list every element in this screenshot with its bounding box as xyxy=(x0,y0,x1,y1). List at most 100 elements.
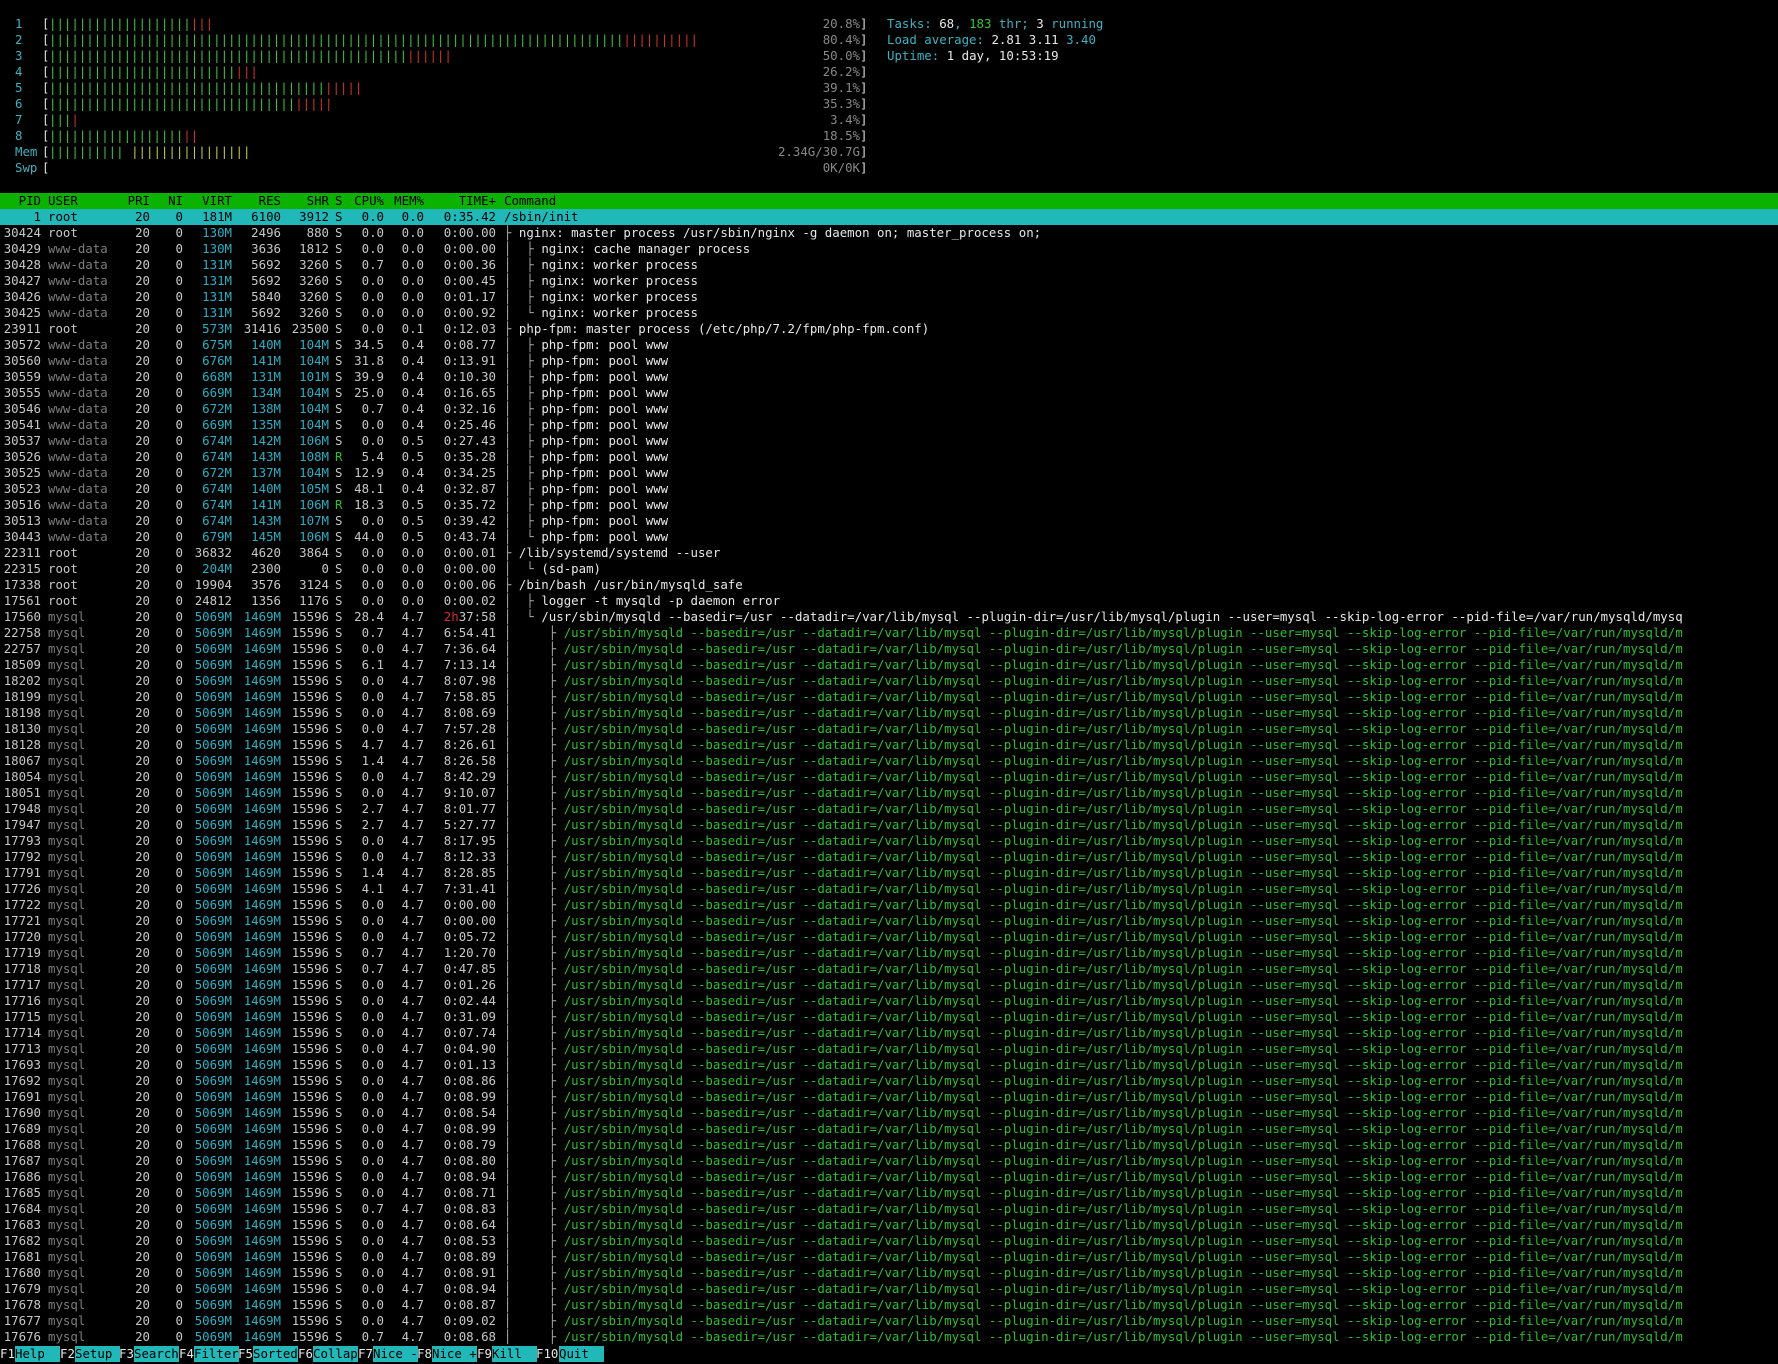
process-row[interactable]: 17720 mysql 20 0 5069M 1469M 15596 S 0.0 4.7 0:05.… xyxy=(0,929,1778,945)
process-row[interactable]: 30546 www-data 20 0 672M 138M 104M S 0.7 0.4 0:32.… xyxy=(0,401,1778,417)
fkey-f5[interactable]: F5 xyxy=(238,1346,253,1362)
process-row[interactable]: 30523 www-data 20 0 674M 140M 105M S 48.1 0.4 0:32… xyxy=(0,481,1778,497)
fkey-collap-label[interactable]: Collap xyxy=(313,1346,358,1362)
process-row[interactable]: 17947 mysql 20 0 5069M 1469M 15596 S 2.7 4.7 5:27.… xyxy=(0,817,1778,833)
col-command[interactable]: Command xyxy=(504,193,556,209)
process-row[interactable]: 17726 mysql 20 0 5069M 1469M 15596 S 4.1 4.7 7:31.… xyxy=(0,881,1778,897)
process-row[interactable]: 23911 root 20 0 573M 31416 23500 S 0.0 0.1 0:12.03… xyxy=(0,321,1778,337)
process-row[interactable]: 18509 mysql 20 0 5069M 1469M 15596 S 6.1 4.7 7:13.… xyxy=(0,657,1778,673)
fkey-f6[interactable]: F6 xyxy=(298,1346,313,1362)
process-row[interactable]: 17722 mysql 20 0 5069M 1469M 15596 S 0.0 4.7 0:00.… xyxy=(0,897,1778,913)
process-row[interactable]: 17560 mysql 20 0 5069M 1469M 15596 S 28.4 4.7 2h37… xyxy=(0,609,1778,625)
col-pid[interactable]: PID xyxy=(0,193,41,209)
process-row[interactable]: 17718 mysql 20 0 5069M 1469M 15596 S 0.7 4.7 0:47.… xyxy=(0,961,1778,977)
fkey-f8[interactable]: F8 xyxy=(417,1346,432,1362)
process-row[interactable]: 22758 mysql 20 0 5069M 1469M 15596 S 0.7 4.7 6:54.… xyxy=(0,625,1778,641)
fkey-setup-label[interactable]: Setup xyxy=(75,1346,120,1362)
process-row[interactable]: 17721 mysql 20 0 5069M 1469M 15596 S 0.0 4.7 0:00.… xyxy=(0,913,1778,929)
process-row[interactable]: 17791 mysql 20 0 5069M 1469M 15596 S 1.4 4.7 8:28.… xyxy=(0,865,1778,881)
process-row[interactable]: 22311 root 20 0 36832 4620 3864 S 0.0 0.0 0:00.01 ├… xyxy=(0,545,1778,561)
process-row[interactable]: 17338 root 20 0 19904 3576 3124 S 0.0 0.0 0:00.06 ├… xyxy=(0,577,1778,593)
col-cpu[interactable]: CPU% xyxy=(346,193,384,209)
process-row[interactable]: 17682 mysql 20 0 5069M 1469M 15596 S 0.0 4.7 0:08.… xyxy=(0,1233,1778,1249)
fkey-kill-label[interactable]: Kill xyxy=(492,1346,537,1362)
process-row[interactable]: 30555 www-data 20 0 669M 134M 104M S 25.0 0.4 0:16… xyxy=(0,385,1778,401)
fkey-f9[interactable]: F9 xyxy=(477,1346,492,1362)
process-row[interactable]: 18067 mysql 20 0 5069M 1469M 15596 S 1.4 4.7 8:26.… xyxy=(0,753,1778,769)
process-row[interactable]: 30526 www-data 20 0 674M 143M 108M R 5.4 0.5 0:35.… xyxy=(0,449,1778,465)
process-row[interactable]: 17684 mysql 20 0 5069M 1469M 15596 S 0.7 4.7 0:08.… xyxy=(0,1201,1778,1217)
col-ni[interactable]: NI xyxy=(160,193,183,209)
fkey-quit-label[interactable]: Quit xyxy=(559,1346,604,1362)
col-mem[interactable]: MEM% xyxy=(390,193,424,209)
process-row[interactable]: 18199 mysql 20 0 5069M 1469M 15596 S 0.0 4.7 7:58.… xyxy=(0,689,1778,705)
col-time[interactable]: TIME+ xyxy=(426,193,496,209)
process-row[interactable]: 17685 mysql 20 0 5069M 1469M 15596 S 0.0 4.7 0:08.… xyxy=(0,1185,1778,1201)
process-row[interactable]: 30559 www-data 20 0 668M 131M 101M S 39.9 0.4 0:10… xyxy=(0,369,1778,385)
process-row[interactable]: 17689 mysql 20 0 5069M 1469M 15596 S 0.0 4.7 0:08.… xyxy=(0,1121,1778,1137)
fkey-help-label[interactable]: Help xyxy=(15,1346,60,1362)
process-row[interactable]: 30428 www-data 20 0 131M 5692 3260 S 0.7 0.0 0:00.… xyxy=(0,257,1778,273)
process-row[interactable]: 17948 mysql 20 0 5069M 1469M 15596 S 2.7 4.7 8:01.… xyxy=(0,801,1778,817)
process-row[interactable]: 1 root 20 0 181M 6100 3912 S 0.0 0.0 0:35.42/sbin/… xyxy=(0,209,1778,225)
process-row[interactable]: 30429 www-data 20 0 130M 3636 1812 S 0.0 0.0 0:00.… xyxy=(0,241,1778,257)
process-row[interactable]: 17681 mysql 20 0 5069M 1469M 15596 S 0.0 4.7 0:08.… xyxy=(0,1249,1778,1265)
process-row[interactable]: 18198 mysql 20 0 5069M 1469M 15596 S 0.0 4.7 8:08.… xyxy=(0,705,1778,721)
process-row[interactable]: 17717 mysql 20 0 5069M 1469M 15596 S 0.0 4.7 0:01.… xyxy=(0,977,1778,993)
process-row[interactable]: 30541 www-data 20 0 669M 135M 104M S 0.0 0.4 0:25.… xyxy=(0,417,1778,433)
process-row[interactable]: 22757 mysql 20 0 5069M 1469M 15596 S 0.0 4.7 7:36.… xyxy=(0,641,1778,657)
process-row[interactable]: 18202 mysql 20 0 5069M 1469M 15596 S 0.0 4.7 8:07.… xyxy=(0,673,1778,689)
process-row[interactable]: 17719 mysql 20 0 5069M 1469M 15596 S 0.7 4.7 1:20.… xyxy=(0,945,1778,961)
col-virt[interactable]: VIRT xyxy=(188,193,232,209)
fkey-filter-label[interactable]: Filter xyxy=(194,1346,239,1362)
process-row[interactable]: 30424 root 20 0 130M 2496 880 S 0.0 0.0 0:00.00 ├ n… xyxy=(0,225,1778,241)
process-row[interactable]: 17714 mysql 20 0 5069M 1469M 15596 S 0.0 4.7 0:07.… xyxy=(0,1025,1778,1041)
process-row[interactable]: 17716 mysql 20 0 5069M 1469M 15596 S 0.0 4.7 0:02.… xyxy=(0,993,1778,1009)
process-row[interactable]: 18130 mysql 20 0 5069M 1469M 15596 S 0.0 4.7 7:57.… xyxy=(0,721,1778,737)
process-row[interactable]: 30572 www-data 20 0 675M 140M 104M S 34.5 0.4 0:08… xyxy=(0,337,1778,353)
process-row[interactable]: 17677 mysql 20 0 5069M 1469M 15596 S 0.0 4.7 0:09.… xyxy=(0,1313,1778,1329)
fkey-nice-label[interactable]: Nice + xyxy=(432,1346,477,1362)
process-row[interactable]: 30443 www-data 20 0 679M 145M 106M S 44.0 0.5 0:43… xyxy=(0,529,1778,545)
process-row[interactable]: 30425 www-data 20 0 131M 5692 3260 S 0.0 0.0 0:00.… xyxy=(0,305,1778,321)
process-row[interactable]: 17792 mysql 20 0 5069M 1469M 15596 S 0.0 4.7 8:12.… xyxy=(0,849,1778,865)
process-row[interactable]: 17693 mysql 20 0 5069M 1469M 15596 S 0.0 4.7 0:01.… xyxy=(0,1057,1778,1073)
process-row[interactable]: 17561 root 20 0 24812 1356 1176 S 0.0 0.0 0:00.02 │… xyxy=(0,593,1778,609)
fkey-f4[interactable]: F4 xyxy=(179,1346,194,1362)
process-row[interactable]: 17715 mysql 20 0 5069M 1469M 15596 S 0.0 4.7 0:31.… xyxy=(0,1009,1778,1025)
process-row[interactable]: 30513 www-data 20 0 674M 143M 107M S 0.0 0.5 0:39.… xyxy=(0,513,1778,529)
process-row[interactable]: 17680 mysql 20 0 5069M 1469M 15596 S 0.0 4.7 0:08.… xyxy=(0,1265,1778,1281)
process-row[interactable]: 18051 mysql 20 0 5069M 1469M 15596 S 0.0 4.7 9:10.… xyxy=(0,785,1778,801)
process-row[interactable]: 17678 mysql 20 0 5069M 1469M 15596 S 0.0 4.7 0:08.… xyxy=(0,1297,1778,1313)
fkey-nice-label[interactable]: Nice - xyxy=(373,1346,418,1362)
process-row[interactable]: 30426 www-data 20 0 131M 5840 3260 S 0.0 0.0 0:01.… xyxy=(0,289,1778,305)
process-row[interactable]: 30525 www-data 20 0 672M 137M 104M S 12.9 0.4 0:34… xyxy=(0,465,1778,481)
process-row[interactable]: 18128 mysql 20 0 5069M 1469M 15596 S 4.7 4.7 8:26.… xyxy=(0,737,1778,753)
col-user[interactable]: USER xyxy=(48,193,78,209)
col-shr[interactable]: SHR xyxy=(282,193,329,209)
col-pri[interactable]: PRI xyxy=(126,193,150,209)
col-res[interactable]: RES xyxy=(234,193,281,209)
fkey-sorted-label[interactable]: Sorted xyxy=(253,1346,298,1362)
process-row[interactable]: 30560 www-data 20 0 676M 141M 104M S 31.8 0.4 0:13… xyxy=(0,353,1778,369)
process-row[interactable]: 17683 mysql 20 0 5069M 1469M 15596 S 0.0 4.7 0:08.… xyxy=(0,1217,1778,1233)
process-row[interactable]: 17676 mysql 20 0 5069M 1469M 15596 S 0.7 4.7 0:08.… xyxy=(0,1329,1778,1345)
process-row[interactable]: 22315 root 20 0 204M 2300 0 S 0.0 0.0 0:00.00 │ └ (… xyxy=(0,561,1778,577)
fkey-f3[interactable]: F3 xyxy=(119,1346,134,1362)
process-row[interactable]: 17686 mysql 20 0 5069M 1469M 15596 S 0.0 4.7 0:08.… xyxy=(0,1169,1778,1185)
fkey-f10[interactable]: F10 xyxy=(536,1346,558,1362)
process-row[interactable]: 17692 mysql 20 0 5069M 1469M 15596 S 0.0 4.7 0:08.… xyxy=(0,1073,1778,1089)
process-row[interactable]: 30516 www-data 20 0 674M 141M 106M R 18.3 0.5 0:35… xyxy=(0,497,1778,513)
process-row[interactable]: 17688 mysql 20 0 5069M 1469M 15596 S 0.0 4.7 0:08.… xyxy=(0,1137,1778,1153)
fkey-search-label[interactable]: Search xyxy=(134,1346,179,1362)
col-state[interactable]: S xyxy=(335,193,342,209)
fkey-f1[interactable]: F1 xyxy=(0,1346,15,1362)
process-row[interactable]: 17691 mysql 20 0 5069M 1469M 15596 S 0.0 4.7 0:08.… xyxy=(0,1089,1778,1105)
process-row[interactable]: 17793 mysql 20 0 5069M 1469M 15596 S 0.0 4.7 8:17.… xyxy=(0,833,1778,849)
process-row[interactable]: 17713 mysql 20 0 5069M 1469M 15596 S 0.0 4.7 0:04.… xyxy=(0,1041,1778,1057)
process-row[interactable]: 18054 mysql 20 0 5069M 1469M 15596 S 0.0 4.7 8:42.… xyxy=(0,769,1778,785)
process-row[interactable]: 17687 mysql 20 0 5069M 1469M 15596 S 0.0 4.7 0:08.… xyxy=(0,1153,1778,1169)
fkey-f2[interactable]: F2 xyxy=(60,1346,75,1362)
process-row[interactable]: 17690 mysql 20 0 5069M 1469M 15596 S 0.0 4.7 0:08.… xyxy=(0,1105,1778,1121)
process-row[interactable]: 30427 www-data 20 0 131M 5692 3260 S 0.0 0.0 0:00.… xyxy=(0,273,1778,289)
